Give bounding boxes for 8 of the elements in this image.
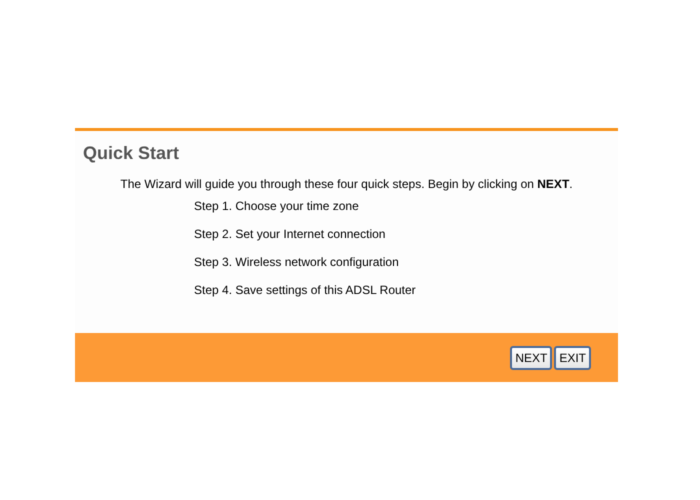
step-text: Step 3. Wireless network configuration [194,255,400,269]
page-title: Quick Start [82,142,180,165]
step-text: Step 4. Save settings of this ADSL Router [194,283,417,297]
step-text: Step 1. Choose your time zone [194,199,360,213]
intro-text: The Wizard will guide you through these four quick steps. Begin by clicking on NEXT. [119,177,574,191]
step-text: Step 2. Set your Internet connection [194,227,386,241]
exit-button[interactable]: EXIT [554,346,591,370]
next-button[interactable]: NEXT [510,346,552,370]
